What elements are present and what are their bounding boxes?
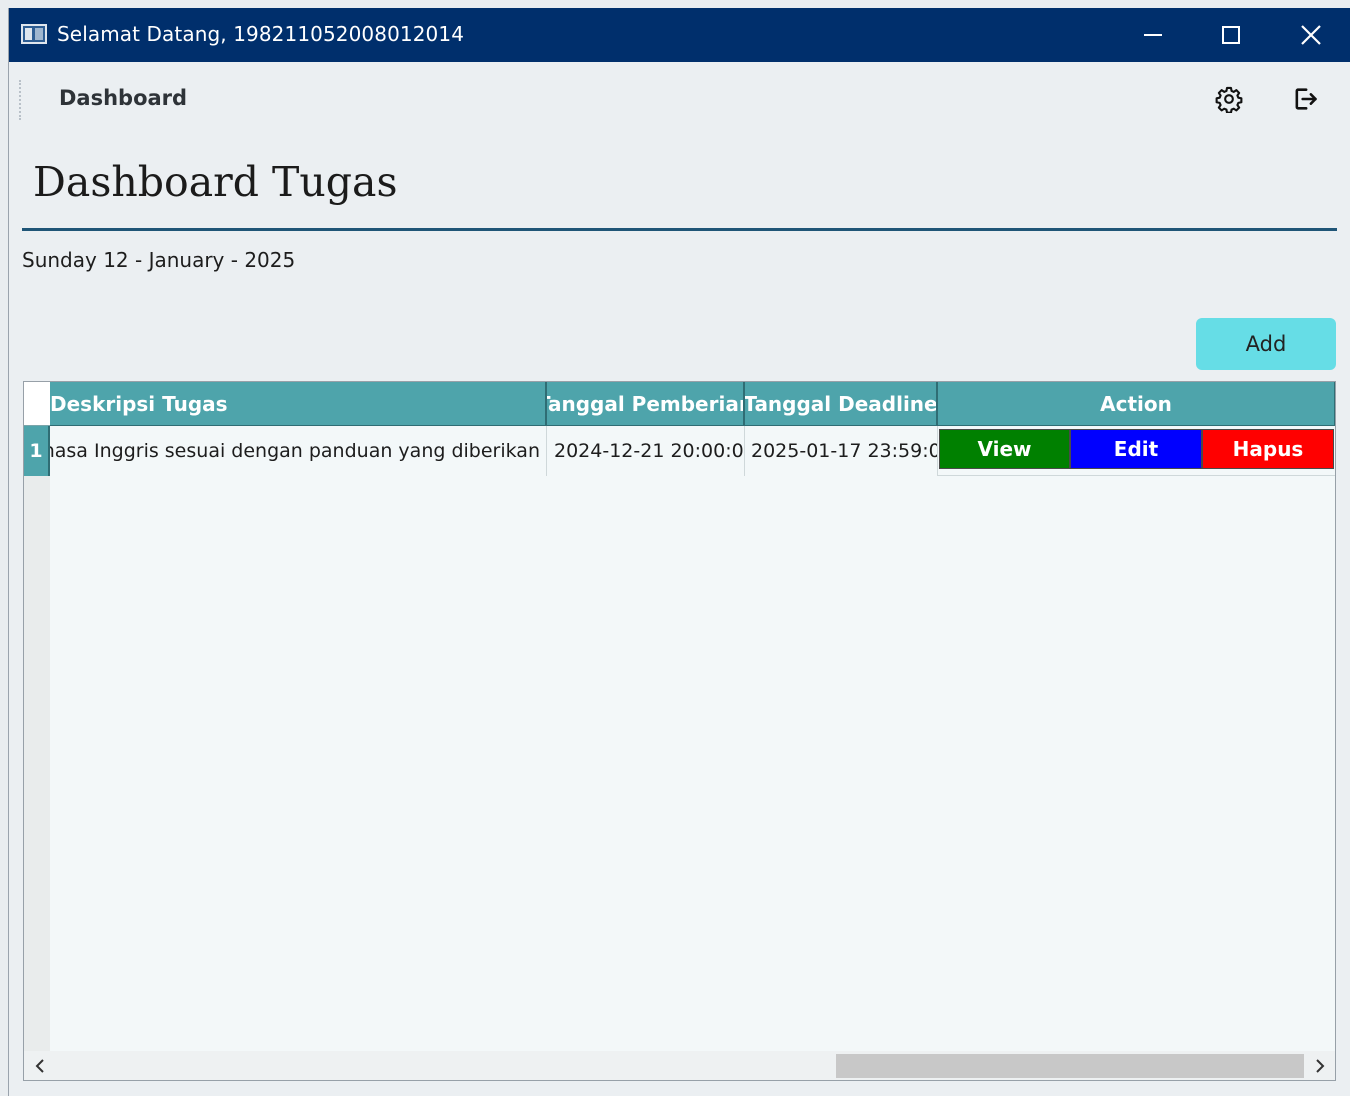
view-button[interactable]: View [939, 429, 1070, 469]
maximize-icon [1222, 26, 1240, 44]
gear-icon [1215, 86, 1243, 113]
minimize-icon [1144, 34, 1162, 36]
scroll-left-button[interactable] [28, 1053, 52, 1079]
hapus-button[interactable]: Hapus [1202, 429, 1334, 469]
logout-icon [1295, 88, 1317, 110]
table-row[interactable]: 1 Bahasa Inggris sesuai dengan panduan y… [24, 426, 1335, 476]
toolbar-grip[interactable] [19, 80, 21, 120]
logout-button[interactable] [1288, 82, 1322, 116]
page-title: Dashboard Tugas [33, 158, 398, 206]
nav-dashboard[interactable]: Dashboard [59, 86, 187, 110]
title-bar[interactable]: Selamat Datang, 198211052008012014 [9, 8, 1350, 62]
table-corner[interactable] [24, 382, 50, 426]
close-button[interactable] [1271, 8, 1350, 62]
app-window: Selamat Datang, 198211052008012014 Dashb… [8, 8, 1350, 1096]
scroll-right-button[interactable] [1308, 1053, 1332, 1079]
maximize-button[interactable] [1191, 8, 1271, 62]
table-header-row: Deskripsi Tugas Tanggal Pemberian Tangga… [50, 382, 1335, 426]
column-header-tanggal-pemberian[interactable]: Tanggal Pemberian [547, 382, 745, 426]
add-button[interactable]: Add [1196, 318, 1336, 370]
horizontal-scrollbar[interactable] [24, 1051, 1335, 1080]
close-icon [1301, 25, 1321, 45]
cell-tanggal-deadline[interactable]: 2025-01-17 23:59:00 [745, 426, 938, 476]
chevron-left-icon [35, 1059, 44, 1073]
chevron-right-icon [1316, 1059, 1325, 1073]
task-table[interactable]: Deskripsi Tugas Tanggal Pemberian Tangga… [23, 381, 1336, 1081]
title-divider [22, 228, 1337, 231]
column-header-action[interactable]: Action [938, 382, 1335, 426]
row-number[interactable]: 1 [24, 426, 50, 476]
window-title: Selamat Datang, 198211052008012014 [57, 22, 465, 46]
edit-button[interactable]: Edit [1070, 429, 1202, 469]
column-header-tanggal-deadline[interactable]: Tanggal Deadline [745, 382, 938, 426]
settings-button[interactable] [1212, 82, 1246, 116]
app-window-icon [21, 24, 47, 44]
cell-description[interactable]: Bahasa Inggris sesuai dengan panduan yan… [50, 426, 547, 476]
current-date: Sunday 12 - January - 2025 [22, 248, 296, 272]
cell-tanggal-pemberian[interactable]: 2024-12-21 20:00:00 [547, 426, 745, 476]
row-header-column [24, 382, 50, 1080]
minimize-button[interactable] [1113, 8, 1193, 62]
toolbar: Dashboard [9, 62, 1350, 134]
column-header-deskripsi[interactable]: Deskripsi Tugas [50, 382, 547, 426]
scrollbar-thumb[interactable] [836, 1054, 1304, 1078]
